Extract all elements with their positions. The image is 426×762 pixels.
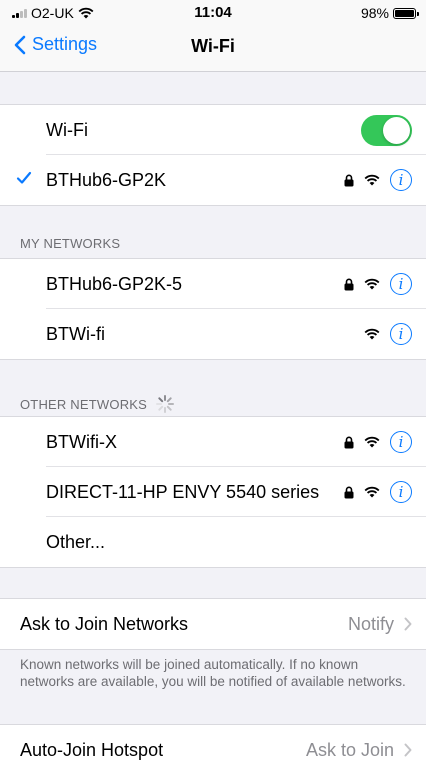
lock-icon — [344, 174, 354, 186]
connected-network-row[interactable]: BTHub6-GP2K i — [0, 155, 426, 205]
wifi-toggle-label: Wi-Fi — [46, 119, 88, 140]
ask-to-join-row[interactable]: Ask to Join Networks Notify — [0, 599, 426, 649]
ask-to-join-label: Ask to Join Networks — [20, 613, 189, 634]
battery-percentage: 98% — [360, 5, 389, 21]
connected-network-name: BTHub6-GP2K — [46, 169, 167, 190]
chevron-right-icon — [404, 743, 412, 757]
network-name: BTWifi-X — [46, 431, 117, 452]
other-network-row[interactable]: Other... — [0, 517, 426, 567]
auto-join-value: Ask to Join — [305, 739, 394, 760]
info-icon[interactable]: i — [390, 323, 412, 345]
ask-to-join-value: Notify — [347, 613, 394, 634]
info-icon[interactable]: i — [390, 169, 412, 191]
info-icon[interactable]: i — [390, 481, 412, 503]
lock-icon — [344, 278, 354, 290]
wifi-signal-icon — [364, 436, 380, 448]
auto-join-section: Auto-Join Hotspot Ask to Join — [0, 724, 426, 762]
auto-join-row[interactable]: Auto-Join Hotspot Ask to Join — [0, 725, 426, 762]
back-button-label: Settings — [32, 34, 98, 54]
wifi-toggle-row: Wi-Fi — [0, 105, 426, 155]
my-networks-section: BTHub6-GP2K-5 i BTWi-fi i — [0, 258, 426, 360]
wifi-signal-icon — [364, 328, 380, 340]
my-networks-header-label: MY NETWORKS — [20, 236, 121, 251]
lock-icon — [344, 436, 354, 448]
loading-spinner-icon — [156, 395, 175, 413]
other-networks-section: BTWifi-X i DIRECT-11-HP ENVY 5540 series… — [0, 416, 426, 568]
network-name: DIRECT-11-HP ENVY 5540 series — [46, 481, 320, 502]
lock-icon — [344, 486, 354, 498]
checkmark-icon — [16, 171, 32, 184]
other-networks-header-label: OTHER NETWORKS — [20, 396, 148, 412]
chevron-right-icon — [404, 617, 412, 631]
other-networks-header: OTHER NETWORKS — [20, 394, 175, 414]
wifi-section: Wi-Fi BTHub6-GP2K i — [0, 104, 426, 206]
wifi-signal-icon — [364, 486, 380, 498]
my-networks-header: MY NETWORKS — [20, 236, 120, 251]
back-button[interactable]: Settings — [14, 34, 97, 55]
network-row[interactable]: BTWifi-X i — [0, 417, 426, 467]
wifi-toggle-switch[interactable] — [361, 114, 412, 146]
ask-to-join-section: Ask to Join Networks Notify — [0, 598, 426, 650]
network-name: BTWi-fi — [46, 323, 105, 344]
info-icon[interactable]: i — [390, 273, 412, 295]
network-row[interactable]: BTWi-fi i — [0, 309, 426, 359]
auto-join-label: Auto-Join Hotspot — [20, 739, 164, 760]
wifi-signal-icon — [364, 278, 380, 290]
battery-info: 98% — [360, 5, 419, 21]
status-bar: O2-UK 11:04 98% — [0, 0, 426, 24]
battery-icon — [393, 7, 419, 19]
ask-to-join-footer: Known networks will be joined automatica… — [20, 657, 406, 689]
chevron-left-icon — [14, 35, 26, 54]
network-name: BTHub6-GP2K-5 — [46, 273, 183, 294]
info-icon[interactable]: i — [390, 431, 412, 453]
network-row[interactable]: DIRECT-11-HP ENVY 5540 series i — [0, 467, 426, 517]
wifi-signal-icon — [364, 174, 380, 186]
other-network-label: Other... — [46, 531, 106, 552]
navigation-bar: Settings Wi-Fi — [0, 24, 426, 72]
network-row[interactable]: BTHub6-GP2K-5 i — [0, 259, 426, 309]
